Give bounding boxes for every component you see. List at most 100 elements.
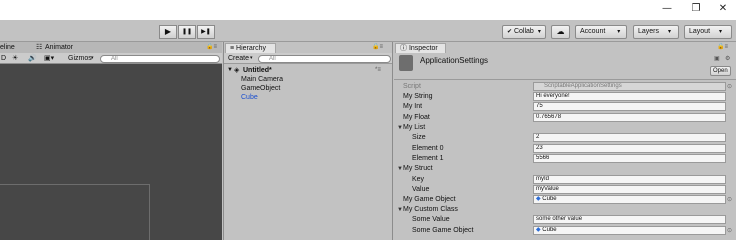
step-button[interactable]: ▶❚ xyxy=(197,25,215,39)
target-icon[interactable]: ⊙ xyxy=(727,83,732,90)
lock-icon[interactable]: 🔒≡ xyxy=(372,43,383,52)
value-label: Value xyxy=(412,186,430,193)
lock-icon[interactable]: 🔒≡ xyxy=(717,43,728,52)
target-icon[interactable]: ⊙ xyxy=(727,227,732,234)
layout-dropdown[interactable]: Layout ▾ xyxy=(684,25,732,39)
my-game-object-field[interactable]: ◆ Cube xyxy=(533,195,726,204)
triangle-down-icon[interactable]: ▼ xyxy=(227,66,233,75)
cloud-icon: ☁ xyxy=(556,27,565,36)
hierarchy-icon: ≡ xyxy=(230,45,235,52)
account-label: Account xyxy=(580,28,606,35)
some-game-object-label: Some Game Object xyxy=(412,227,474,234)
scene-view[interactable] xyxy=(0,42,222,240)
create-dropdown[interactable]: Create xyxy=(228,54,249,63)
play-button[interactable]: ▶ xyxy=(159,25,177,39)
step-icon: ▶❚ xyxy=(201,29,211,35)
my-struct-foldout[interactable]: My Struct xyxy=(403,164,433,173)
scriptable-object-icon xyxy=(399,55,413,71)
minimize-icon[interactable]: — xyxy=(660,2,674,16)
layers-label: Layers xyxy=(638,28,660,35)
menu-icon[interactable]: *≡ xyxy=(375,66,381,75)
animator-icon: ☷ xyxy=(36,44,43,51)
image-icon[interactable]: ▣▾ xyxy=(44,54,54,63)
my-game-object-label: My Game Object xyxy=(403,196,456,203)
chevron-down-icon: ▾ xyxy=(617,29,621,35)
collab-button[interactable]: ✔ Collab ▾ xyxy=(502,25,546,39)
some-game-object-field[interactable]: ◆ Cube xyxy=(533,226,726,235)
my-int-value: 75 xyxy=(536,103,543,109)
tab-eline[interactable]: eline xyxy=(0,43,15,52)
unity-scene-icon: ◈ xyxy=(234,67,240,74)
tab-animator[interactable]: Animator xyxy=(45,43,73,52)
grid-line xyxy=(149,184,150,240)
search-placeholder: All xyxy=(111,56,118,62)
size-field[interactable]: 2 xyxy=(533,133,726,142)
target-icon[interactable]: ⊙ xyxy=(727,196,732,203)
element-0-value: 23 xyxy=(536,145,543,151)
list-item-selected[interactable]: Cube xyxy=(241,93,258,102)
value-field[interactable]: myValue xyxy=(533,185,726,194)
hierarchy-search-input[interactable]: All xyxy=(258,55,391,63)
element-1-field[interactable]: 5566 xyxy=(533,154,726,163)
toolbar: ▶ ❚❚ ▶❚ ✔ Collab ▾ ☁ Account ▾ Layers ▾ Lay… xyxy=(0,20,736,42)
scene-tabs: eline ☷ Animator 🔒≡ xyxy=(0,42,222,53)
scene-toolbar: D ☀ 🔊 ▣▾ Gizmos ▾ All xyxy=(0,53,222,64)
value-value: myValue xyxy=(536,186,559,192)
maximize-icon[interactable]: ❐ xyxy=(689,2,703,16)
open-label: Open xyxy=(713,68,728,74)
scene-search-input[interactable]: All xyxy=(100,55,220,63)
pause-icon: ❚❚ xyxy=(181,29,193,35)
some-value-value: some other value xyxy=(536,216,583,222)
key-label: Key xyxy=(412,176,425,183)
some-value-field[interactable]: some other value xyxy=(533,215,726,224)
size-value: 2 xyxy=(536,134,540,140)
element-1-value: 5566 xyxy=(536,155,550,161)
tab-inspector[interactable]: ⓘ Inspector xyxy=(395,43,446,53)
inspector-tab-label: Inspector xyxy=(408,45,438,52)
chevron-down-icon: ▾ xyxy=(719,29,723,35)
my-int-label: My Int xyxy=(403,103,423,110)
collab-label: Collab xyxy=(513,28,534,35)
pause-button[interactable]: ❚❚ xyxy=(178,25,196,39)
layers-dropdown[interactable]: Layers ▾ xyxy=(633,25,679,39)
chevron-down-icon: ▾ xyxy=(250,55,253,61)
key-value: myId xyxy=(536,176,550,182)
list-item[interactable]: Main Camera xyxy=(241,75,283,84)
mode-toggle[interactable]: D xyxy=(1,54,6,63)
play-icon: ▶ xyxy=(164,27,172,36)
my-float-value: 0.765678 xyxy=(536,114,562,120)
help-icon[interactable]: ▣ xyxy=(714,55,720,64)
my-string-field[interactable]: Hi everyone! xyxy=(533,92,726,101)
list-item[interactable]: GameObject xyxy=(241,84,280,93)
open-button[interactable]: Open xyxy=(710,66,731,76)
my-list-foldout[interactable]: My List xyxy=(403,123,425,132)
lock-icon[interactable]: 🔒≡ xyxy=(206,43,217,52)
tab-hierarchy[interactable]: ≡ Hierarchy xyxy=(225,43,276,53)
account-dropdown[interactable]: Account ▾ xyxy=(575,25,627,39)
script-field[interactable]: ScriptableApplicationSettings xyxy=(533,82,726,91)
gizmos-dropdown[interactable]: Gizmos xyxy=(68,54,92,63)
element-0-field[interactable]: 23 xyxy=(533,144,726,153)
cube-icon: ◆ xyxy=(536,196,541,202)
script-label: Script xyxy=(403,83,421,90)
my-game-object-value: Cube xyxy=(542,196,557,202)
my-float-label: My Float xyxy=(403,114,430,121)
my-string-label: My String xyxy=(403,93,433,100)
close-icon[interactable]: ✕ xyxy=(716,2,730,16)
cube-icon: ◆ xyxy=(536,227,541,233)
sun-icon[interactable]: ☀ xyxy=(12,54,18,63)
element-0-label: Element 0 xyxy=(412,145,444,152)
info-icon: ⓘ xyxy=(400,45,407,52)
my-float-field[interactable]: 0.765678 xyxy=(533,113,726,122)
my-custom-class-foldout[interactable]: My Custom Class xyxy=(403,205,458,214)
hierarchy-tab-label: Hierarchy xyxy=(236,45,266,52)
search-placeholder: All xyxy=(269,56,276,62)
gear-icon[interactable]: ⚙ xyxy=(725,55,730,64)
scene-name[interactable]: Untitled* xyxy=(243,66,272,75)
cloud-button[interactable]: ☁ xyxy=(551,25,570,39)
key-field[interactable]: myId xyxy=(533,175,726,184)
audio-icon[interactable]: 🔊 xyxy=(28,54,37,63)
my-string-value: Hi everyone! xyxy=(536,93,570,99)
divider xyxy=(394,79,736,80)
my-int-field[interactable]: 75 xyxy=(533,102,726,111)
